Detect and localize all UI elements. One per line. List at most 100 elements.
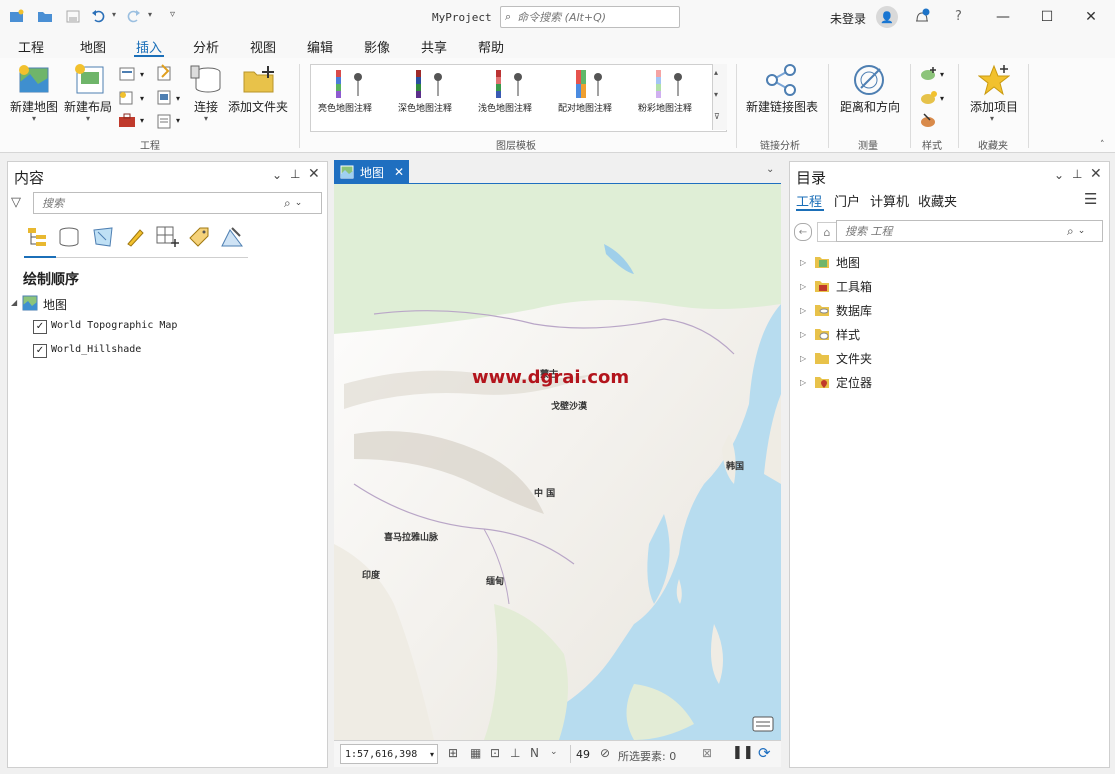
toolbox-dropdown-icon[interactable]: ▾	[140, 116, 144, 125]
pause-drawing-button[interactable]: ❚❚	[732, 745, 754, 760]
gallery-scroll-up-icon[interactable]: ▴	[714, 68, 718, 77]
list-by-source-icon[interactable]	[58, 226, 80, 248]
connect-dropdown-icon[interactable]: ▾	[204, 114, 208, 123]
redo-dropdown-icon[interactable]: ▾	[148, 10, 152, 19]
map-expand-icon[interactable]: ◢	[11, 298, 17, 307]
undo-dropdown-icon[interactable]: ▾	[112, 10, 116, 19]
new-layout-dropdown-icon[interactable]: ▾	[86, 114, 90, 123]
gallery-expand-icon[interactable]: ⊽	[714, 112, 720, 121]
template-pastel-icon[interactable]	[656, 70, 684, 101]
link-chart-icon[interactable]	[764, 64, 798, 96]
template-paired-icon[interactable]	[576, 70, 604, 101]
fixed-zoom-icon[interactable]: ⊞	[448, 746, 458, 760]
style-new-icon[interactable]	[920, 90, 938, 106]
import-layout-icon[interactable]	[154, 88, 174, 106]
import-map-icon[interactable]	[154, 64, 174, 82]
toolbox-icon[interactable]	[118, 112, 136, 128]
new-report-dropdown-icon[interactable]: ▾	[140, 70, 144, 79]
new-report-icon[interactable]	[118, 66, 136, 82]
snapping-icon[interactable]: ⊡	[490, 746, 500, 760]
map-tab-close-icon[interactable]: ✕	[394, 165, 404, 179]
list-by-perspective-icon[interactable]	[220, 226, 244, 248]
tab-map[interactable]: 地图	[80, 37, 106, 56]
add-item-star-icon[interactable]	[977, 64, 1011, 96]
layer-visibility-checkbox[interactable]: ✓	[33, 320, 47, 334]
tab-help[interactable]: 帮助	[478, 37, 504, 56]
new-map-button[interactable]: 新建地图	[10, 98, 58, 115]
undo-icon[interactable]	[90, 8, 108, 24]
command-search-input[interactable]	[515, 9, 670, 25]
redo-icon[interactable]	[124, 8, 142, 24]
catalog-options-icon[interactable]: ⌄	[1054, 168, 1064, 182]
layer-name[interactable]: World Topographic Map	[51, 320, 177, 331]
attribute-icon[interactable]: ⊠	[702, 746, 712, 760]
layer-visibility-checkbox[interactable]: ✓	[33, 344, 47, 358]
avatar[interactable]: 👤	[876, 6, 898, 28]
scale-dropdown-icon[interactable]: ▾	[430, 750, 434, 759]
contents-options-icon[interactable]: ⌄	[272, 168, 282, 182]
tab-share[interactable]: 共享	[421, 37, 447, 56]
list-by-selection-icon[interactable]	[92, 226, 114, 248]
gallery-scroll-down-icon[interactable]: ▾	[714, 90, 718, 99]
catalog-tab-computer[interactable]: 计算机	[870, 191, 909, 210]
distance-direction-icon[interactable]	[852, 64, 886, 96]
catalog-item-folders[interactable]: ▷ 文件夹	[800, 348, 872, 368]
map-navigator-icon[interactable]	[752, 714, 774, 732]
status-dropdown-icon[interactable]: ⌄	[550, 747, 558, 757]
catalog-tab-project[interactable]: 工程	[796, 191, 822, 210]
tab-insert[interactable]: 插入	[136, 37, 162, 56]
collapse-ribbon-icon[interactable]: ˄	[1100, 140, 1105, 150]
template-light-label[interactable]: 亮色地图注释	[318, 101, 372, 114]
template-pale-icon[interactable]	[496, 70, 524, 101]
back-icon[interactable]: ←	[794, 223, 812, 241]
add-folder-icon[interactable]	[242, 64, 276, 96]
expand-icon[interactable]: ▷	[800, 354, 810, 363]
catalog-item-toolboxes[interactable]: ▷ 工具箱	[800, 276, 872, 296]
connect-button[interactable]: 连接	[194, 98, 218, 115]
grid-icon[interactable]: ▦	[470, 746, 481, 760]
filter-icon[interactable]: ▽	[11, 195, 21, 210]
scale-selector[interactable]: 1:57,616,398 ▾	[340, 744, 438, 764]
catalog-item-databases[interactable]: ▷ 数据库	[800, 300, 872, 320]
catalog-item-maps[interactable]: ▷ 地图	[800, 252, 860, 272]
task-dropdown-icon[interactable]: ▾	[176, 116, 180, 125]
contents-pin-icon[interactable]: ⊥	[290, 167, 300, 181]
import-layout-dropdown-icon[interactable]: ▾	[176, 94, 180, 103]
list-by-labeling-icon[interactable]	[188, 226, 210, 248]
template-pastel-label[interactable]: 粉彩地图注释	[638, 101, 692, 114]
new-notebook-dropdown-icon[interactable]: ▾	[140, 94, 144, 103]
distance-direction-button[interactable]: 距离和方向	[840, 98, 900, 115]
contents-search-input[interactable]	[40, 195, 284, 211]
catalog-pin-icon[interactable]: ⊥	[1072, 167, 1082, 181]
selection-icon[interactable]: ⊘	[600, 746, 610, 760]
tab-imagery[interactable]: 影像	[364, 37, 390, 56]
map-layer-name[interactable]: 地图	[43, 296, 67, 313]
notification-bell-icon[interactable]	[912, 7, 932, 27]
expand-icon[interactable]: ▷	[800, 258, 810, 267]
new-map-dropdown-icon[interactable]: ▾	[32, 114, 36, 123]
refresh-icon[interactable]: ⟳	[758, 744, 771, 762]
customize-toolbar-icon[interactable]: ▿	[170, 9, 175, 20]
new-layout-icon[interactable]	[74, 64, 106, 96]
layer-name[interactable]: World_Hillshade	[51, 344, 141, 355]
catalog-tab-portal[interactable]: 门户	[834, 191, 860, 210]
catalog-search[interactable]: ⌕ ⌄	[836, 220, 1103, 242]
style-new-dropdown-icon[interactable]: ▾	[940, 94, 944, 103]
add-item-button[interactable]: 添加项目	[970, 98, 1018, 115]
search-options-icon[interactable]: ⌄	[295, 198, 303, 208]
template-pale-label[interactable]: 浅色地图注释	[478, 101, 532, 114]
catalog-search-input[interactable]	[843, 223, 1067, 239]
catalog-item-locators[interactable]: ▷ 定位器	[800, 372, 872, 392]
catalog-item-styles[interactable]: ▷ 样式	[800, 324, 860, 344]
map-view-tab[interactable]: 地图 ✕	[334, 160, 409, 184]
close-window-button[interactable]: ✕	[1068, 0, 1114, 34]
save-project-icon[interactable]	[64, 8, 82, 24]
tab-view[interactable]: 视图	[250, 37, 276, 56]
help-icon[interactable]: ?	[955, 9, 962, 24]
new-notebook-icon[interactable]	[118, 90, 136, 106]
contents-close-icon[interactable]: ✕	[308, 166, 320, 182]
catalog-close-icon[interactable]: ✕	[1090, 166, 1102, 182]
open-project-icon[interactable]	[36, 8, 54, 24]
new-link-chart-button[interactable]: 新建链接图表	[746, 98, 818, 115]
map-canvas[interactable]: 蒙古 戈壁沙漠 中 国 喜马拉雅山脉 印度 缅甸 韩国 www.dgrai.co…	[334, 184, 781, 740]
